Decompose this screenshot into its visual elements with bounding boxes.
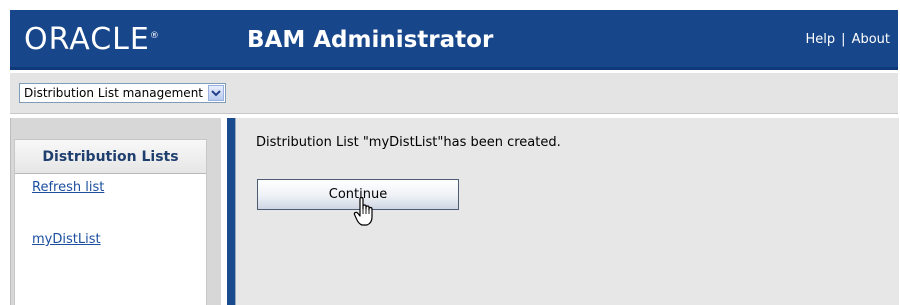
sidebar-panel: Distribution Lists Refresh list myDistLi… (14, 139, 207, 305)
help-link[interactable]: Help (806, 32, 836, 47)
link-separator: | (841, 32, 846, 47)
app-header: ORACLE® BAM Administrator Help | About (10, 10, 898, 70)
status-message: Distribution List "myDistList"has been c… (256, 135, 561, 150)
chevron-down-icon[interactable] (208, 85, 224, 101)
view-select[interactable]: Distribution List management (19, 83, 226, 103)
hand-pointer-icon (353, 197, 373, 226)
view-select-value: Distribution List management (24, 86, 203, 100)
logo-text: ORACLE (24, 22, 150, 57)
app-title: BAM Administrator (247, 27, 494, 53)
toolbar: Distribution List management (10, 73, 898, 114)
sidebar-item-mydistlist[interactable]: myDistList (32, 232, 101, 247)
header-links: Help | About (806, 32, 890, 47)
sidebar-title: Distribution Lists (15, 140, 206, 174)
refresh-list-link[interactable]: Refresh list (32, 180, 104, 195)
panel-divider[interactable] (227, 118, 235, 305)
registered-mark: ® (149, 31, 160, 41)
main-content: Distribution List "myDistList"has been c… (235, 118, 899, 305)
about-link[interactable]: About (852, 32, 890, 47)
oracle-logo: ORACLE® (24, 22, 160, 57)
